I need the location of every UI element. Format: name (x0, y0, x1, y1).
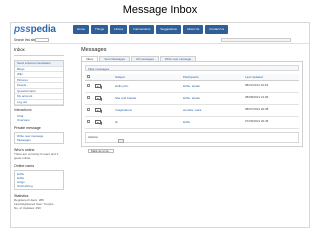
row-select[interactable] (85, 104, 93, 117)
interactions-list: Chat Overview (14, 114, 64, 122)
page-title: Messages (81, 47, 107, 53)
tab-inbox[interactable]: Inbox (81, 56, 99, 61)
tab-write-new-message[interactable]: Write new message (159, 56, 197, 61)
table-row[interactable]: She and Fantas kidhu, ansak 08/08/2014 2… (85, 92, 299, 105)
private-message-box: Write new message Messages (14, 132, 64, 145)
messages-panel: Messages Inbox Sent Messages All message… (81, 47, 303, 153)
row-select[interactable] (85, 116, 93, 129)
actions-select[interactable]: Mark as unre... (88, 148, 115, 153)
site-logo[interactable]: psspedia (14, 24, 56, 35)
nav-suggestions[interactable]: Suggestions (156, 25, 181, 34)
row-subject[interactable]: She and Fantas (113, 92, 181, 105)
row-status (93, 80, 113, 93)
table-row[interactable]: Hi kidhu 07/25/2014 20:45 (85, 116, 299, 129)
search-label: Search this site (14, 38, 36, 42)
nav-contact[interactable]: Contact Us (205, 25, 229, 34)
nav-library[interactable]: Library (110, 25, 128, 34)
row-select[interactable] (85, 92, 93, 105)
envelope-icon (95, 83, 101, 88)
envelope-icon (95, 119, 101, 124)
online-users-box: kidhu kidhu wingo Todd ahring (14, 170, 64, 191)
messages-link[interactable]: Messages (17, 138, 61, 142)
nav-home[interactable]: Home (73, 25, 90, 34)
stat-updates: No. of Updates: 290 (14, 206, 41, 211)
tab-sent-messages[interactable]: Sent Messages (99, 56, 131, 61)
online-user[interactable]: Todd ahring (17, 184, 61, 188)
row-checkbox[interactable] (87, 96, 90, 99)
row-date: 08/11/2014 19:49 (243, 80, 299, 93)
sidebar-menu: Send a Recommendation Blogs Wiki Picture… (14, 60, 64, 106)
logo-prefix: pss (14, 24, 31, 35)
top-right-field[interactable] (221, 38, 291, 42)
table-row[interactable]: Imaginations arnolda, vatra 08/07/2014 2… (85, 104, 299, 117)
sidebar: Inbox Send a Recommendation Blogs Wiki P… (14, 47, 64, 210)
messages-table: Subject Participants Last Updated Hello … (85, 74, 299, 129)
row-status (93, 104, 113, 117)
row-date: 08/07/2014 20:38 (243, 104, 299, 117)
whos-online-text: There are currently 0 users and 1 guest … (14, 152, 59, 161)
row-participants[interactable]: kidhu, ansak (181, 80, 243, 93)
nav-interventions[interactable]: Interventions (129, 25, 155, 34)
messages-table-panel: Filter messages Subject Participants Las… (81, 61, 303, 153)
menu-item-log-out[interactable]: Log out (15, 100, 63, 105)
row-participants[interactable]: kidhu (181, 116, 243, 129)
envelope-icon (95, 107, 101, 112)
row-subject[interactable]: Imaginations (113, 104, 181, 117)
tab-all-messages[interactable]: All messages (131, 56, 159, 61)
screenshot-frame: psspedia Home Things Library Interventio… (10, 22, 310, 228)
search-input[interactable] (35, 38, 49, 42)
row-subject[interactable]: Hi (113, 116, 181, 129)
envelope-icon (95, 95, 101, 100)
slide-title: Message Inbox (122, 4, 198, 16)
inbox-title: Inbox (14, 47, 25, 52)
table-row[interactable]: Hello john kidhu, ansak 08/11/2014 19:49 (85, 80, 299, 93)
filter-messages-toggle[interactable]: Filter messages (85, 65, 299, 71)
search-bar: Search this site (11, 37, 309, 44)
row-checkbox[interactable] (87, 108, 90, 111)
interactions-overview[interactable]: Overview (14, 118, 64, 122)
row-subject[interactable]: Hello john (113, 80, 181, 93)
main-nav: Home Things Library Interventions Sugges… (73, 25, 229, 34)
divider (14, 55, 64, 56)
select-all-checkbox[interactable] (87, 74, 90, 78)
site-header: psspedia Home Things Library Interventio… (11, 23, 309, 37)
online-users-title: Online users (14, 164, 35, 169)
actions-submit-button[interactable] (118, 138, 125, 143)
row-checkbox[interactable] (87, 84, 90, 87)
private-message-title: Private message (14, 126, 41, 131)
row-select[interactable] (85, 80, 93, 93)
logo-text: pedia (30, 24, 56, 35)
row-checkbox[interactable] (87, 120, 90, 123)
interactions-title: Interactions (14, 108, 32, 112)
row-participants[interactable]: kidhu, ansak (181, 92, 243, 105)
row-date: 07/25/2014 20:45 (243, 116, 299, 129)
row-status (93, 92, 113, 105)
row-date: 08/08/2014 21:06 (243, 92, 299, 105)
nav-about[interactable]: About Us (182, 25, 204, 34)
row-participants[interactable]: arnolda, vatra (181, 104, 243, 117)
row-status (93, 116, 113, 129)
nav-things[interactable]: Things (91, 25, 109, 34)
actions-fieldset: Actions Mark as unre... (85, 131, 299, 153)
